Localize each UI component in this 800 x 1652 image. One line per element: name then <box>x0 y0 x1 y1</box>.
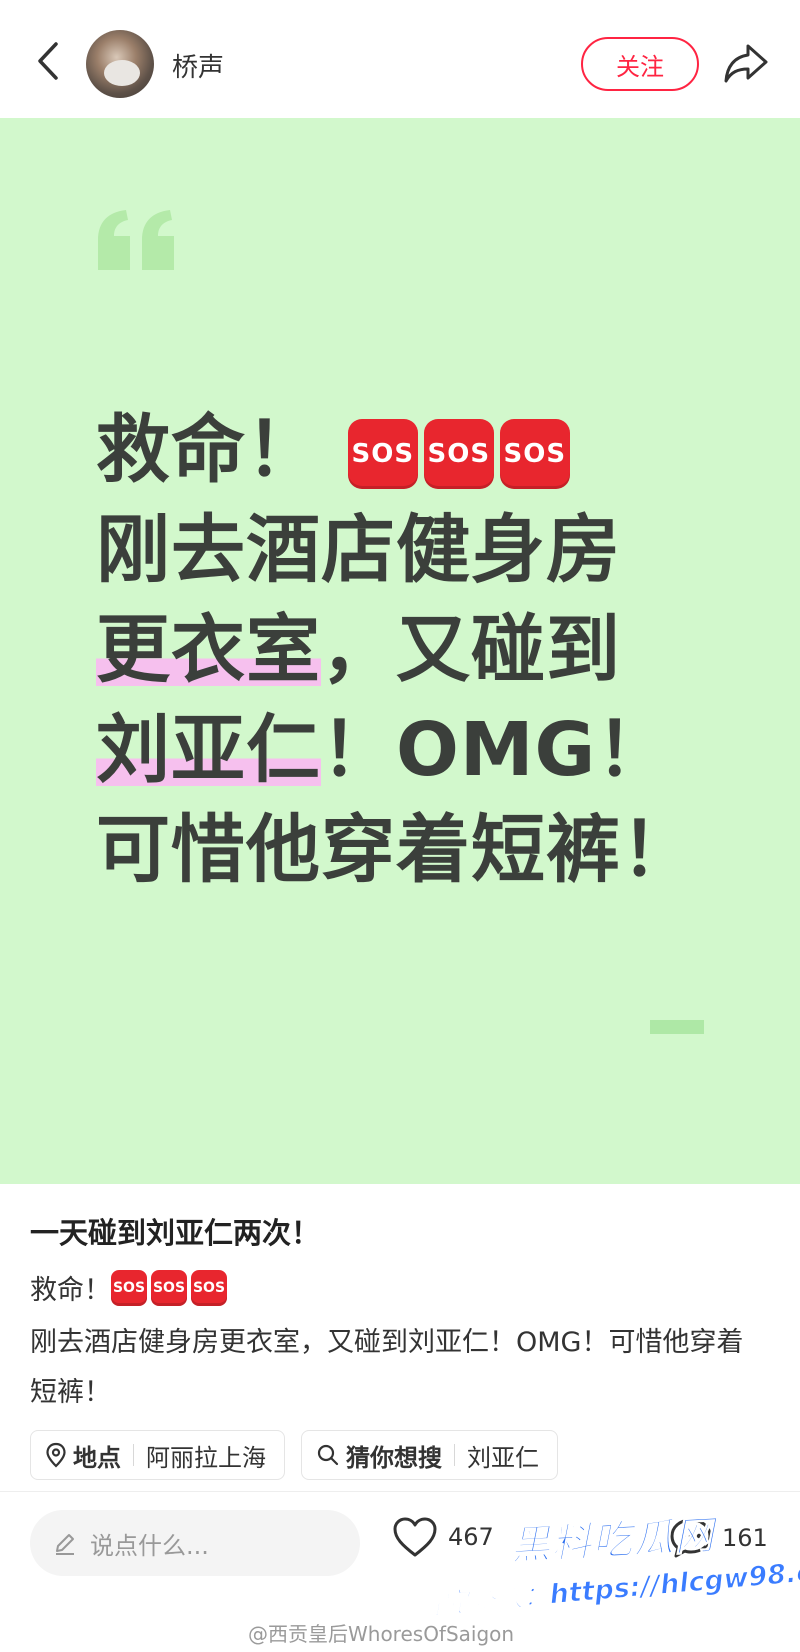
search-icon <box>317 1444 339 1466</box>
hero-line-4-rest: ！OMG！ <box>321 707 672 793</box>
follow-button[interactable]: 关注 <box>581 37 699 91</box>
bottom-divider <box>0 1491 800 1492</box>
back-arrow-icon[interactable] <box>28 38 68 84</box>
sos-icon: SOS <box>111 1269 147 1306</box>
heart-icon <box>393 1517 437 1557</box>
sos-icon: SOS <box>347 419 418 490</box>
comment-placeholder: 说点什么... <box>90 1531 209 1560</box>
hero-line-4: 刘亚仁！OMG！ <box>96 700 756 800</box>
pencil-icon <box>56 1534 74 1555</box>
username[interactable]: 桥声 <box>172 47 224 84</box>
hero-line-1: 救命！ SOS SOS SOS <box>96 400 756 500</box>
sos-icon: SOS <box>423 419 494 490</box>
hero-line-5: 可惜他穿着短裤！ <box>96 807 696 893</box>
watermark-weibo: @西贡皇后WhoresOfSaigon <box>248 1622 515 1646</box>
hero-line-1-text: 救命！ <box>96 407 321 493</box>
like-button[interactable]: 467 <box>392 1516 494 1558</box>
like-count: 467 <box>448 1523 494 1551</box>
highlighted-text: 更衣室 <box>96 607 321 693</box>
post-title: 一天碰到刘亚仁两次！ <box>30 1216 321 1250</box>
tag-key: 猜你想搜 <box>346 1443 442 1472</box>
post-body-line-1: 救命！ SOS SOS SOS <box>30 1268 231 1307</box>
share-icon[interactable] <box>722 40 770 86</box>
post-body-line-2: 刚去酒店健身房更衣室，又碰到刘亚仁！OMG！可惜他穿着短裤！ <box>30 1327 744 1408</box>
avatar[interactable] <box>86 30 154 98</box>
comment-input[interactable]: 说点什么... <box>30 1510 360 1576</box>
tag-row: 地点 阿丽拉上海 猜你想搜 刘亚仁 <box>30 1430 558 1480</box>
post-body-line-1-text: 救命！ <box>30 1275 111 1306</box>
hero-line-3-rest: ，又碰到 <box>321 607 621 693</box>
sos-icon: SOS <box>499 419 570 490</box>
hero-line-2: 刚去酒店健身房 <box>96 507 621 593</box>
hero-line-3: 更衣室，又碰到 <box>96 600 756 700</box>
tag-key: 地点 <box>73 1443 121 1472</box>
tag-divider <box>454 1444 455 1466</box>
quote-mark-icon <box>98 210 174 270</box>
tag-divider <box>133 1444 134 1466</box>
top-bar: 桥声 关注 <box>0 0 800 118</box>
comment-count: 161 <box>722 1524 768 1552</box>
highlighted-text: 刘亚仁 <box>96 707 321 793</box>
decorative-dash <box>650 1020 704 1034</box>
tag-value: 阿丽拉上海 <box>146 1443 266 1472</box>
location-tag[interactable]: 地点 阿丽拉上海 <box>30 1430 285 1480</box>
sos-icon: SOS <box>191 1269 227 1306</box>
hero-text: 救命！ SOS SOS SOS 刚去酒店健身房 更衣室，又碰到 刘亚仁！OMG！ 可… <box>96 400 756 900</box>
search-suggestion-tag[interactable]: 猜你想搜 刘亚仁 <box>301 1430 558 1480</box>
post-image-card[interactable]: 救命！ SOS SOS SOS 刚去酒店健身房 更衣室，又碰到 刘亚仁！OMG！ 可… <box>0 118 800 1184</box>
location-pin-icon <box>46 1442 66 1468</box>
sos-icon: SOS <box>151 1269 187 1306</box>
tag-value: 刘亚仁 <box>467 1443 539 1472</box>
